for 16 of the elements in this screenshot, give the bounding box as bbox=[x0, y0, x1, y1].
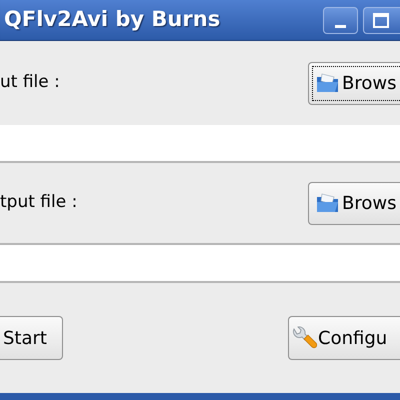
folder-icon bbox=[316, 192, 340, 214]
field-label: ut file : bbox=[0, 71, 60, 94]
browse-button[interactable]: Brows bbox=[308, 182, 400, 224]
minimize-button[interactable] bbox=[323, 6, 358, 34]
configure-button[interactable]: Configu bbox=[288, 316, 400, 360]
maximize-button[interactable] bbox=[363, 6, 400, 34]
wrench-icon bbox=[291, 325, 317, 351]
folder-icon bbox=[316, 72, 340, 94]
input-field[interactable] bbox=[0, 125, 400, 161]
window-title: QFlv2Avi by Burns bbox=[4, 6, 222, 34]
input-field[interactable] bbox=[0, 245, 400, 281]
minimize-icon bbox=[335, 24, 346, 28]
maximize-icon bbox=[373, 12, 389, 28]
field-label: tput file : bbox=[0, 191, 78, 214]
browse-button[interactable]: Brows bbox=[308, 62, 400, 104]
start-button[interactable]: Start bbox=[0, 316, 63, 360]
